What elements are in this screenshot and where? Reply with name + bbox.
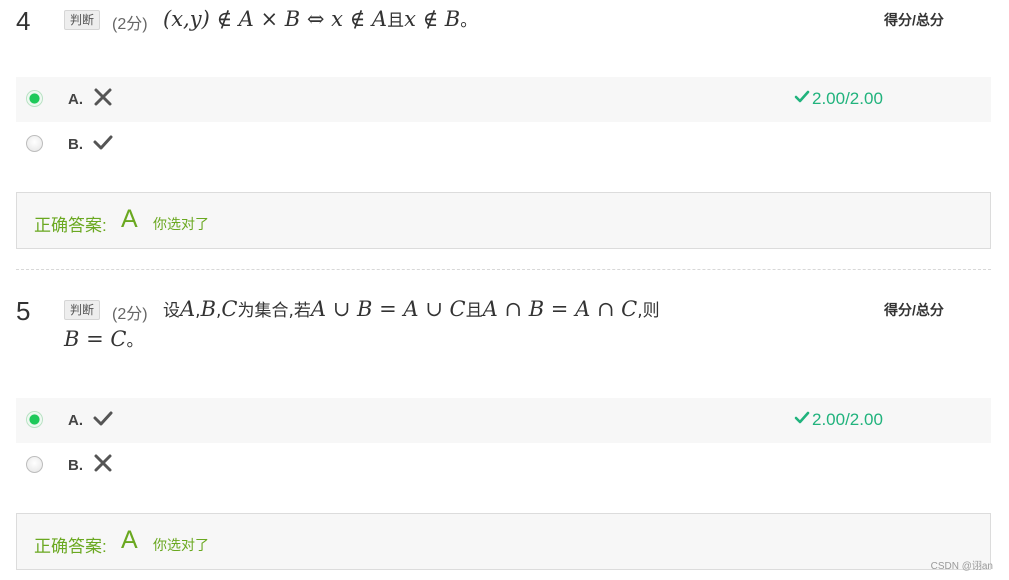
radio-unselected[interactable] (26, 456, 43, 473)
option-a[interactable]: A. 2.00/2.00 (16, 398, 991, 443)
correct-answer-label: 正确答案: (34, 537, 107, 556)
radio-selected[interactable] (26, 90, 43, 107)
option-letter: B. (68, 457, 83, 474)
option-b[interactable]: B. (16, 443, 991, 488)
result-note: 你选对了 (153, 537, 209, 553)
stem-text: ,则 (637, 301, 660, 321)
question-stem: (x,y) ∉ A × B ⇔ x ∉ A且x ∉ B。 (163, 4, 723, 36)
stem-text: 。 (460, 11, 478, 31)
question-points: (2分) (112, 16, 148, 33)
check-icon (92, 407, 114, 429)
stem-text: 且 (387, 11, 405, 31)
question-type-tag: 判断 (64, 10, 101, 30)
stem-formula: B = C (64, 327, 127, 351)
stem-text: 设 (163, 301, 180, 321)
option-letter: A. (68, 91, 83, 108)
question-number: 5 (16, 296, 31, 326)
question-type-tag: 判断 (64, 300, 101, 320)
option-b[interactable]: B. (16, 122, 991, 167)
correct-answer-value: A (121, 526, 138, 554)
check-icon (794, 411, 810, 424)
option-letter: B. (68, 136, 83, 153)
stem-text: 且 (465, 301, 483, 321)
option-a[interactable]: A. 2.00/2.00 (16, 77, 991, 122)
score-value: 2.00/2.00 (812, 410, 883, 429)
question-points: (2分) (112, 306, 148, 323)
option-score: 2.00/2.00 (794, 410, 883, 430)
option-letter: A. (68, 412, 83, 429)
stem-formula: A (180, 297, 196, 321)
question-number: 4 (16, 6, 31, 36)
question-stem-line2: B = C。 (64, 324, 724, 356)
question-5: 5 判断 (2分) 设A,B,C为集合,若A ∪ B = A ∪ C且A ∩ B… (0, 290, 1009, 580)
stem-formula: (x,y) ∉ A × B ⇔ x ∉ A (163, 7, 388, 31)
check-icon (794, 90, 810, 103)
stem-formula: C (221, 297, 238, 321)
radio-selected[interactable] (26, 411, 43, 428)
question-stem: 设A,B,C为集合,若A ∪ B = A ∪ C且A ∩ B = A ∩ C,则 (163, 294, 723, 326)
score-header: 得分/总分 (884, 302, 944, 318)
result-note: 你选对了 (153, 216, 209, 232)
cross-icon (92, 452, 114, 474)
stem-text: 为集合,若 (237, 301, 311, 321)
question-4: 4 判断 (2分) (x,y) ∉ A × B ⇔ x ∉ A且x ∉ B。 得… (0, 0, 1009, 260)
stem-formula: x ∉ B (404, 7, 461, 31)
score-header: 得分/总分 (884, 12, 944, 28)
stem-text: 。 (126, 331, 144, 351)
stem-formula: A ∪ B = A ∪ C (310, 297, 466, 321)
watermark: CSDN @诩an (930, 561, 993, 572)
correct-answer-label: 正确答案: (34, 216, 107, 235)
correct-answer-box: 正确答案: A 你选对了 (16, 513, 991, 570)
score-value: 2.00/2.00 (812, 89, 883, 108)
question-divider (16, 269, 991, 270)
radio-unselected[interactable] (26, 135, 43, 152)
cross-icon (92, 86, 114, 108)
correct-answer-value: A (121, 205, 138, 233)
check-icon (92, 131, 114, 153)
stem-formula: B (200, 297, 217, 321)
option-score: 2.00/2.00 (794, 89, 883, 109)
correct-answer-box: 正确答案: A 你选对了 (16, 192, 991, 249)
stem-formula: A ∩ B = A ∩ C (482, 297, 638, 321)
